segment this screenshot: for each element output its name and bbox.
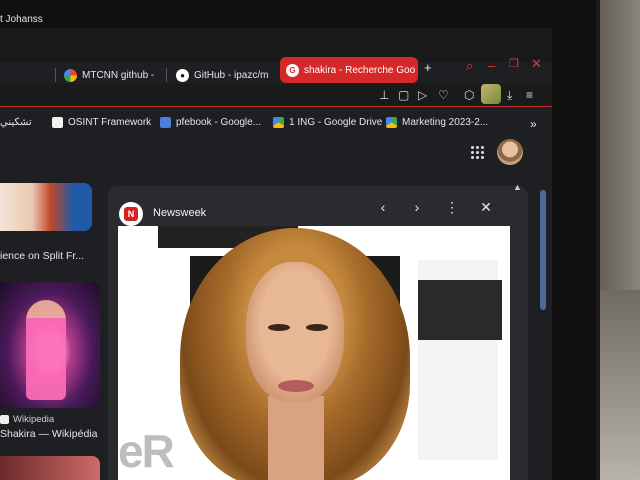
new-tab-button[interactable]: +: [424, 60, 432, 75]
preview-image[interactable]: eR: [118, 226, 510, 480]
close-icon[interactable]: ✕: [531, 56, 542, 72]
crop-icon[interactable]: ▢: [398, 88, 409, 102]
scroll-up-icon[interactable]: ▲: [513, 182, 522, 192]
tab-1[interactable]: t Johanss: [0, 6, 52, 32]
github-icon: ●: [176, 68, 189, 82]
logo-letter: N: [124, 207, 138, 221]
apps-grid-icon[interactable]: [471, 146, 484, 159]
menu-icon[interactable]: ≡: [526, 88, 533, 102]
minimize-icon[interactable]: –: [488, 58, 495, 73]
heart-icon[interactable]: ♡: [438, 88, 449, 102]
preview-source[interactable]: Newsweek: [153, 207, 206, 219]
close-preview-button[interactable]: ✕: [475, 196, 497, 218]
tab-divider: [55, 68, 56, 82]
restore-icon[interactable]: ❐: [509, 57, 519, 70]
backdrop-text: eR: [118, 425, 175, 477]
result-thumbnail[interactable]: [0, 456, 100, 480]
result-thumbnail[interactable]: [0, 183, 92, 231]
previous-button[interactable]: ‹: [372, 196, 394, 218]
drive-icon: [386, 117, 397, 128]
result-source: Wikipedia: [0, 414, 54, 425]
download-icon[interactable]: ⤓: [507, 88, 512, 103]
search-icon[interactable]: ⌕: [466, 58, 473, 74]
subject-neck: [268, 396, 324, 480]
subject-eye: [268, 324, 290, 331]
bookmark-drive-ing[interactable]: 1 ING - Google Drive: [273, 117, 382, 128]
page-scrollbar[interactable]: [540, 190, 546, 310]
tab-label: GitHub - ipazc/m: [194, 69, 269, 81]
subject-lips: [278, 380, 314, 392]
subject-eye: [306, 324, 328, 331]
bookmarks-overflow-button[interactable]: »: [530, 117, 537, 131]
tab-strip: [0, 28, 552, 62]
extensions-icon[interactable]: ⬡: [464, 88, 474, 102]
result-title[interactable]: Shakira — Wikipédia: [0, 428, 97, 440]
bookmarks-bar: تشكيني OSINT Framework pfebook - Google.…: [0, 108, 552, 138]
tab-label: t Johanss: [0, 13, 43, 25]
wikipedia-icon: [0, 415, 9, 424]
desk-surface: [596, 290, 640, 480]
google-icon: G: [286, 63, 299, 77]
bookmark-label: تشكيني: [0, 117, 32, 128]
result-source-label: Wikipedia: [13, 414, 55, 425]
google-icon: [64, 68, 77, 82]
play-icon[interactable]: ▷: [418, 88, 427, 102]
bookmark-pfebook[interactable]: pfebook - Google...: [160, 117, 261, 128]
result-image-figure: [26, 300, 66, 400]
bookmark-label: 1 ING - Google Drive: [289, 117, 383, 128]
next-button[interactable]: ›: [406, 196, 428, 218]
tab-label: MTCNN github -: [82, 69, 155, 81]
drive-icon: [273, 117, 284, 128]
backdrop-shape: [418, 280, 502, 340]
document-icon: [52, 117, 63, 128]
docs-icon: [160, 117, 171, 128]
pin-icon[interactable]: ⊥: [379, 88, 389, 102]
tab-4-active[interactable]: G shakira - Recherche Goo: [280, 57, 418, 83]
bookmark-label: OSINT Framework: [68, 117, 152, 128]
tab-divider: [166, 68, 167, 82]
bookmark-1[interactable]: تشكيني: [0, 117, 32, 128]
result-title[interactable]: ience on Split Fr...: [0, 250, 84, 262]
bookmark-osint[interactable]: OSINT Framework: [52, 117, 151, 128]
bookmark-marketing[interactable]: Marketing 2023-2...: [386, 117, 488, 128]
bookmark-label: Marketing 2023-2...: [402, 117, 489, 128]
more-options-button[interactable]: ⋮: [441, 196, 463, 218]
newsweek-logo: N: [119, 202, 143, 226]
bookmark-label: pfebook - Google...: [176, 117, 262, 128]
avatar[interactable]: [481, 84, 501, 104]
tab-label: shakira - Recherche Goo: [304, 64, 416, 76]
profile-avatar[interactable]: [497, 139, 523, 165]
